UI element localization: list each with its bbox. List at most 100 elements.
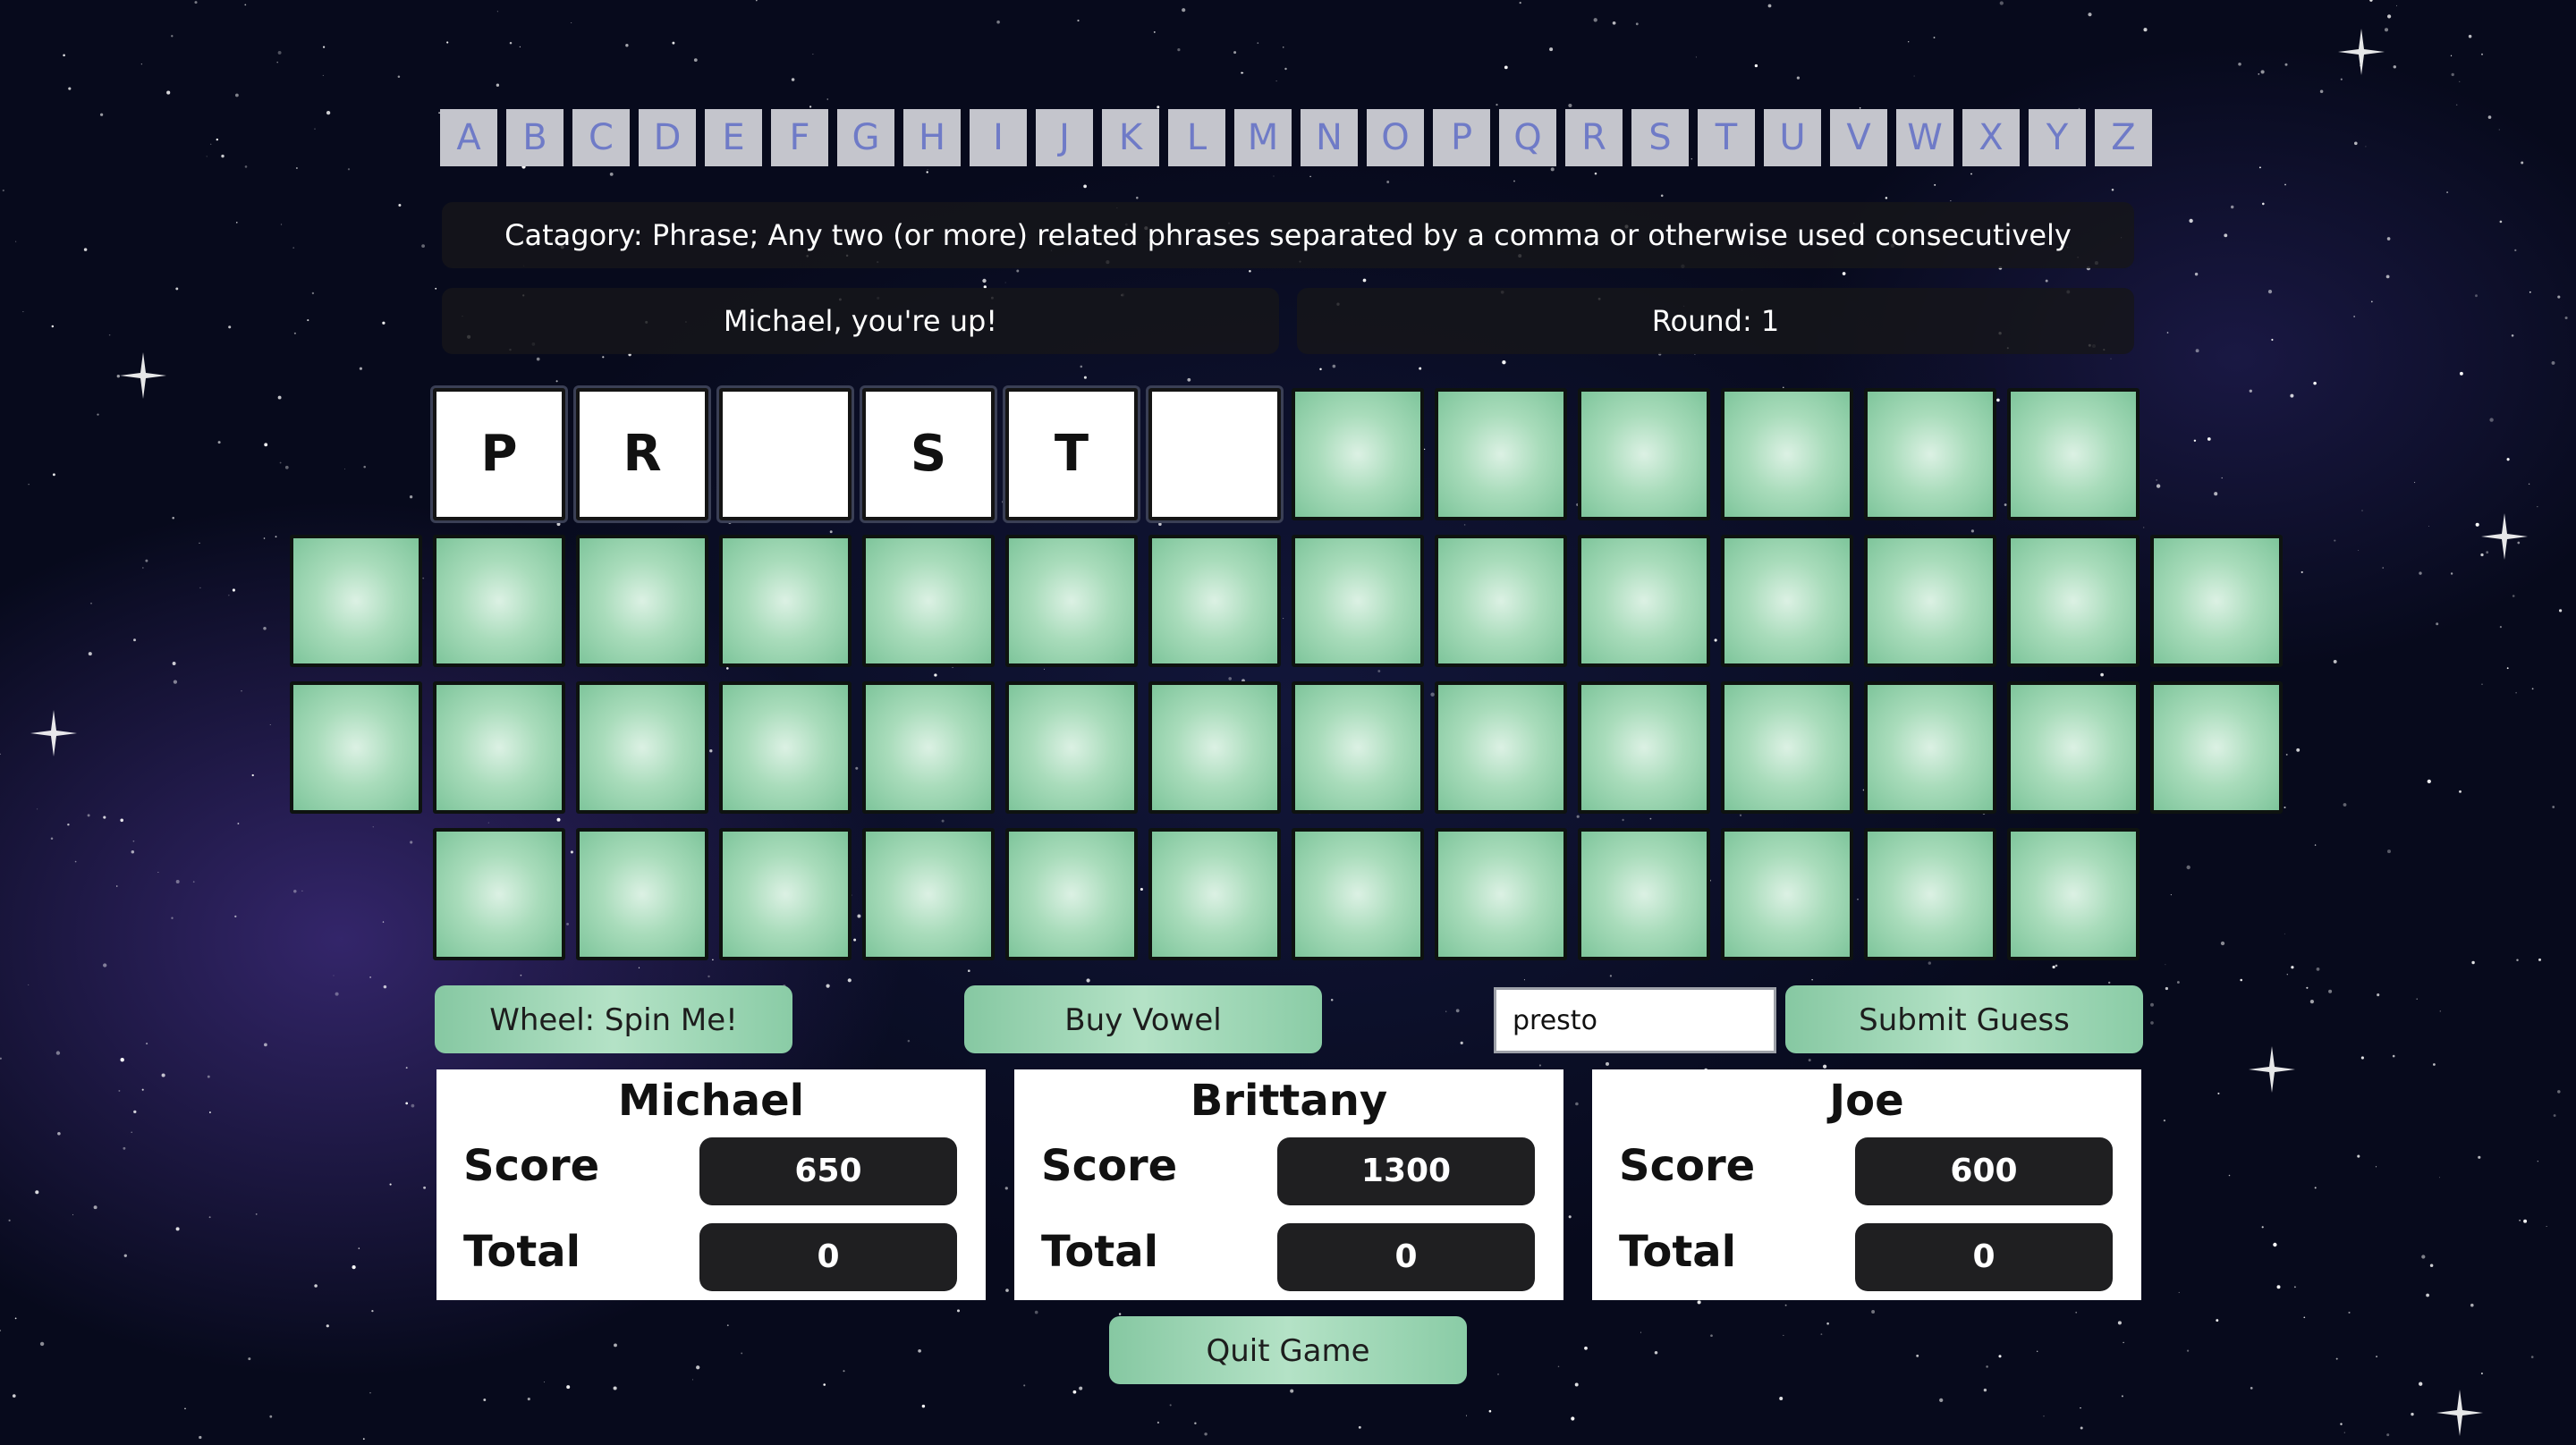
hidden-tile [1578,681,1710,814]
letter-button-m[interactable]: M [1234,109,1292,166]
letter-button-d[interactable]: D [639,109,696,166]
board-row-2 [290,535,2283,667]
letter-button-r[interactable]: R [1565,109,1623,166]
hidden-tile [1292,535,1424,667]
letter-button-o[interactable]: O [1367,109,1424,166]
score-value: 600 [1855,1137,2113,1205]
player-card-brittany: Brittany Score 1300 Total 0 [1014,1069,1563,1300]
hidden-tile [862,828,995,960]
hidden-tile [576,681,708,814]
hidden-tile [719,535,852,667]
player-card-joe: Joe Score 600 Total 0 [1592,1069,2141,1300]
board-row-3 [290,681,2283,814]
hidden-tile [1292,681,1424,814]
letter-button-u[interactable]: U [1764,109,1821,166]
letter-button-n[interactable]: N [1301,109,1358,166]
total-value: 0 [1855,1223,2113,1291]
hidden-tile [1435,388,1567,520]
letter-button-q[interactable]: Q [1499,109,1556,166]
hidden-tile [1148,828,1281,960]
hidden-tile [1005,681,1138,814]
hidden-tile [1148,681,1281,814]
hidden-tile [1578,828,1710,960]
score-label: Score [1041,1141,1178,1191]
hidden-tile [1148,535,1281,667]
hidden-tile [1435,535,1567,667]
letter-button-z[interactable]: Z [2095,109,2152,166]
revealed-tile [719,388,852,520]
hidden-tile [290,681,422,814]
revealed-tile: T [1005,388,1138,520]
hidden-tile [2150,681,2283,814]
board-row-4 [433,828,2140,960]
total-value: 0 [1277,1223,1535,1291]
letter-button-b[interactable]: B [506,109,564,166]
category-text: Catagory: Phrase; Any two (or more) rela… [442,202,2134,268]
total-label: Total [463,1227,581,1277]
letter-button-v[interactable]: V [1830,109,1887,166]
letter-button-j[interactable]: J [1036,109,1093,166]
letter-button-w[interactable]: W [1896,109,1953,166]
revealed-tile [1148,388,1281,520]
letter-button-p[interactable]: P [1433,109,1490,166]
hidden-tile [2007,388,2140,520]
hidden-tile [1721,388,1853,520]
hidden-tile [1435,681,1567,814]
hidden-tile [1721,828,1853,960]
revealed-tile: R [576,388,708,520]
letter-button-k[interactable]: K [1102,109,1159,166]
letter-button-l[interactable]: L [1168,109,1225,166]
hidden-tile [719,828,852,960]
hidden-tile [719,681,852,814]
hidden-tile [2007,535,2140,667]
total-label: Total [1041,1227,1159,1277]
letter-button-i[interactable]: I [970,109,1027,166]
score-label: Score [463,1141,600,1191]
letter-button-e[interactable]: E [705,109,762,166]
letter-bar: ABCDEFGHIJKLMNOPQRSTUVWXYZ [440,109,2152,166]
guess-input[interactable] [1494,987,1776,1053]
hidden-tile [862,535,995,667]
letter-button-y[interactable]: Y [2029,109,2086,166]
player-name: Brittany [1190,1076,1388,1126]
player-card-michael: Michael Score 650 Total 0 [436,1069,986,1300]
submit-guess-button[interactable]: Submit Guess [1785,985,2143,1053]
hidden-tile [1005,828,1138,960]
hidden-tile [576,535,708,667]
letter-button-x[interactable]: X [1962,109,2020,166]
quit-game-button[interactable]: Quit Game [1109,1316,1467,1384]
letter-button-a[interactable]: A [440,109,497,166]
score-value: 1300 [1277,1137,1535,1205]
letter-button-h[interactable]: H [903,109,961,166]
letter-button-s[interactable]: S [1631,109,1689,166]
hidden-tile [862,681,995,814]
hidden-tile [2007,828,2140,960]
turn-indicator: Michael, you're up! [442,288,1279,354]
letter-button-g[interactable]: G [837,109,894,166]
hidden-tile [1292,828,1424,960]
hidden-tile [1864,681,1996,814]
player-name: Michael [617,1076,805,1126]
hidden-tile [2150,535,2283,667]
hidden-tile [290,535,422,667]
hidden-tile [1578,535,1710,667]
round-indicator: Round: 1 [1297,288,2134,354]
total-value: 0 [699,1223,957,1291]
hidden-tile [2007,681,2140,814]
hidden-tile [433,535,565,667]
score-value: 650 [699,1137,957,1205]
board-row-1: PR ST [433,388,2140,520]
hidden-tile [433,828,565,960]
player-name: Joe [1829,1076,1904,1126]
revealed-tile: P [433,388,565,520]
letter-button-t[interactable]: T [1698,109,1755,166]
hidden-tile [1864,388,1996,520]
hidden-tile [1005,535,1138,667]
letter-button-f[interactable]: F [771,109,828,166]
hidden-tile [1721,681,1853,814]
letter-button-c[interactable]: C [572,109,630,166]
hidden-tile [1721,535,1853,667]
hidden-tile [1578,388,1710,520]
buy-vowel-button[interactable]: Buy Vowel [964,985,1322,1053]
spin-wheel-button[interactable]: Wheel: Spin Me! [435,985,792,1053]
